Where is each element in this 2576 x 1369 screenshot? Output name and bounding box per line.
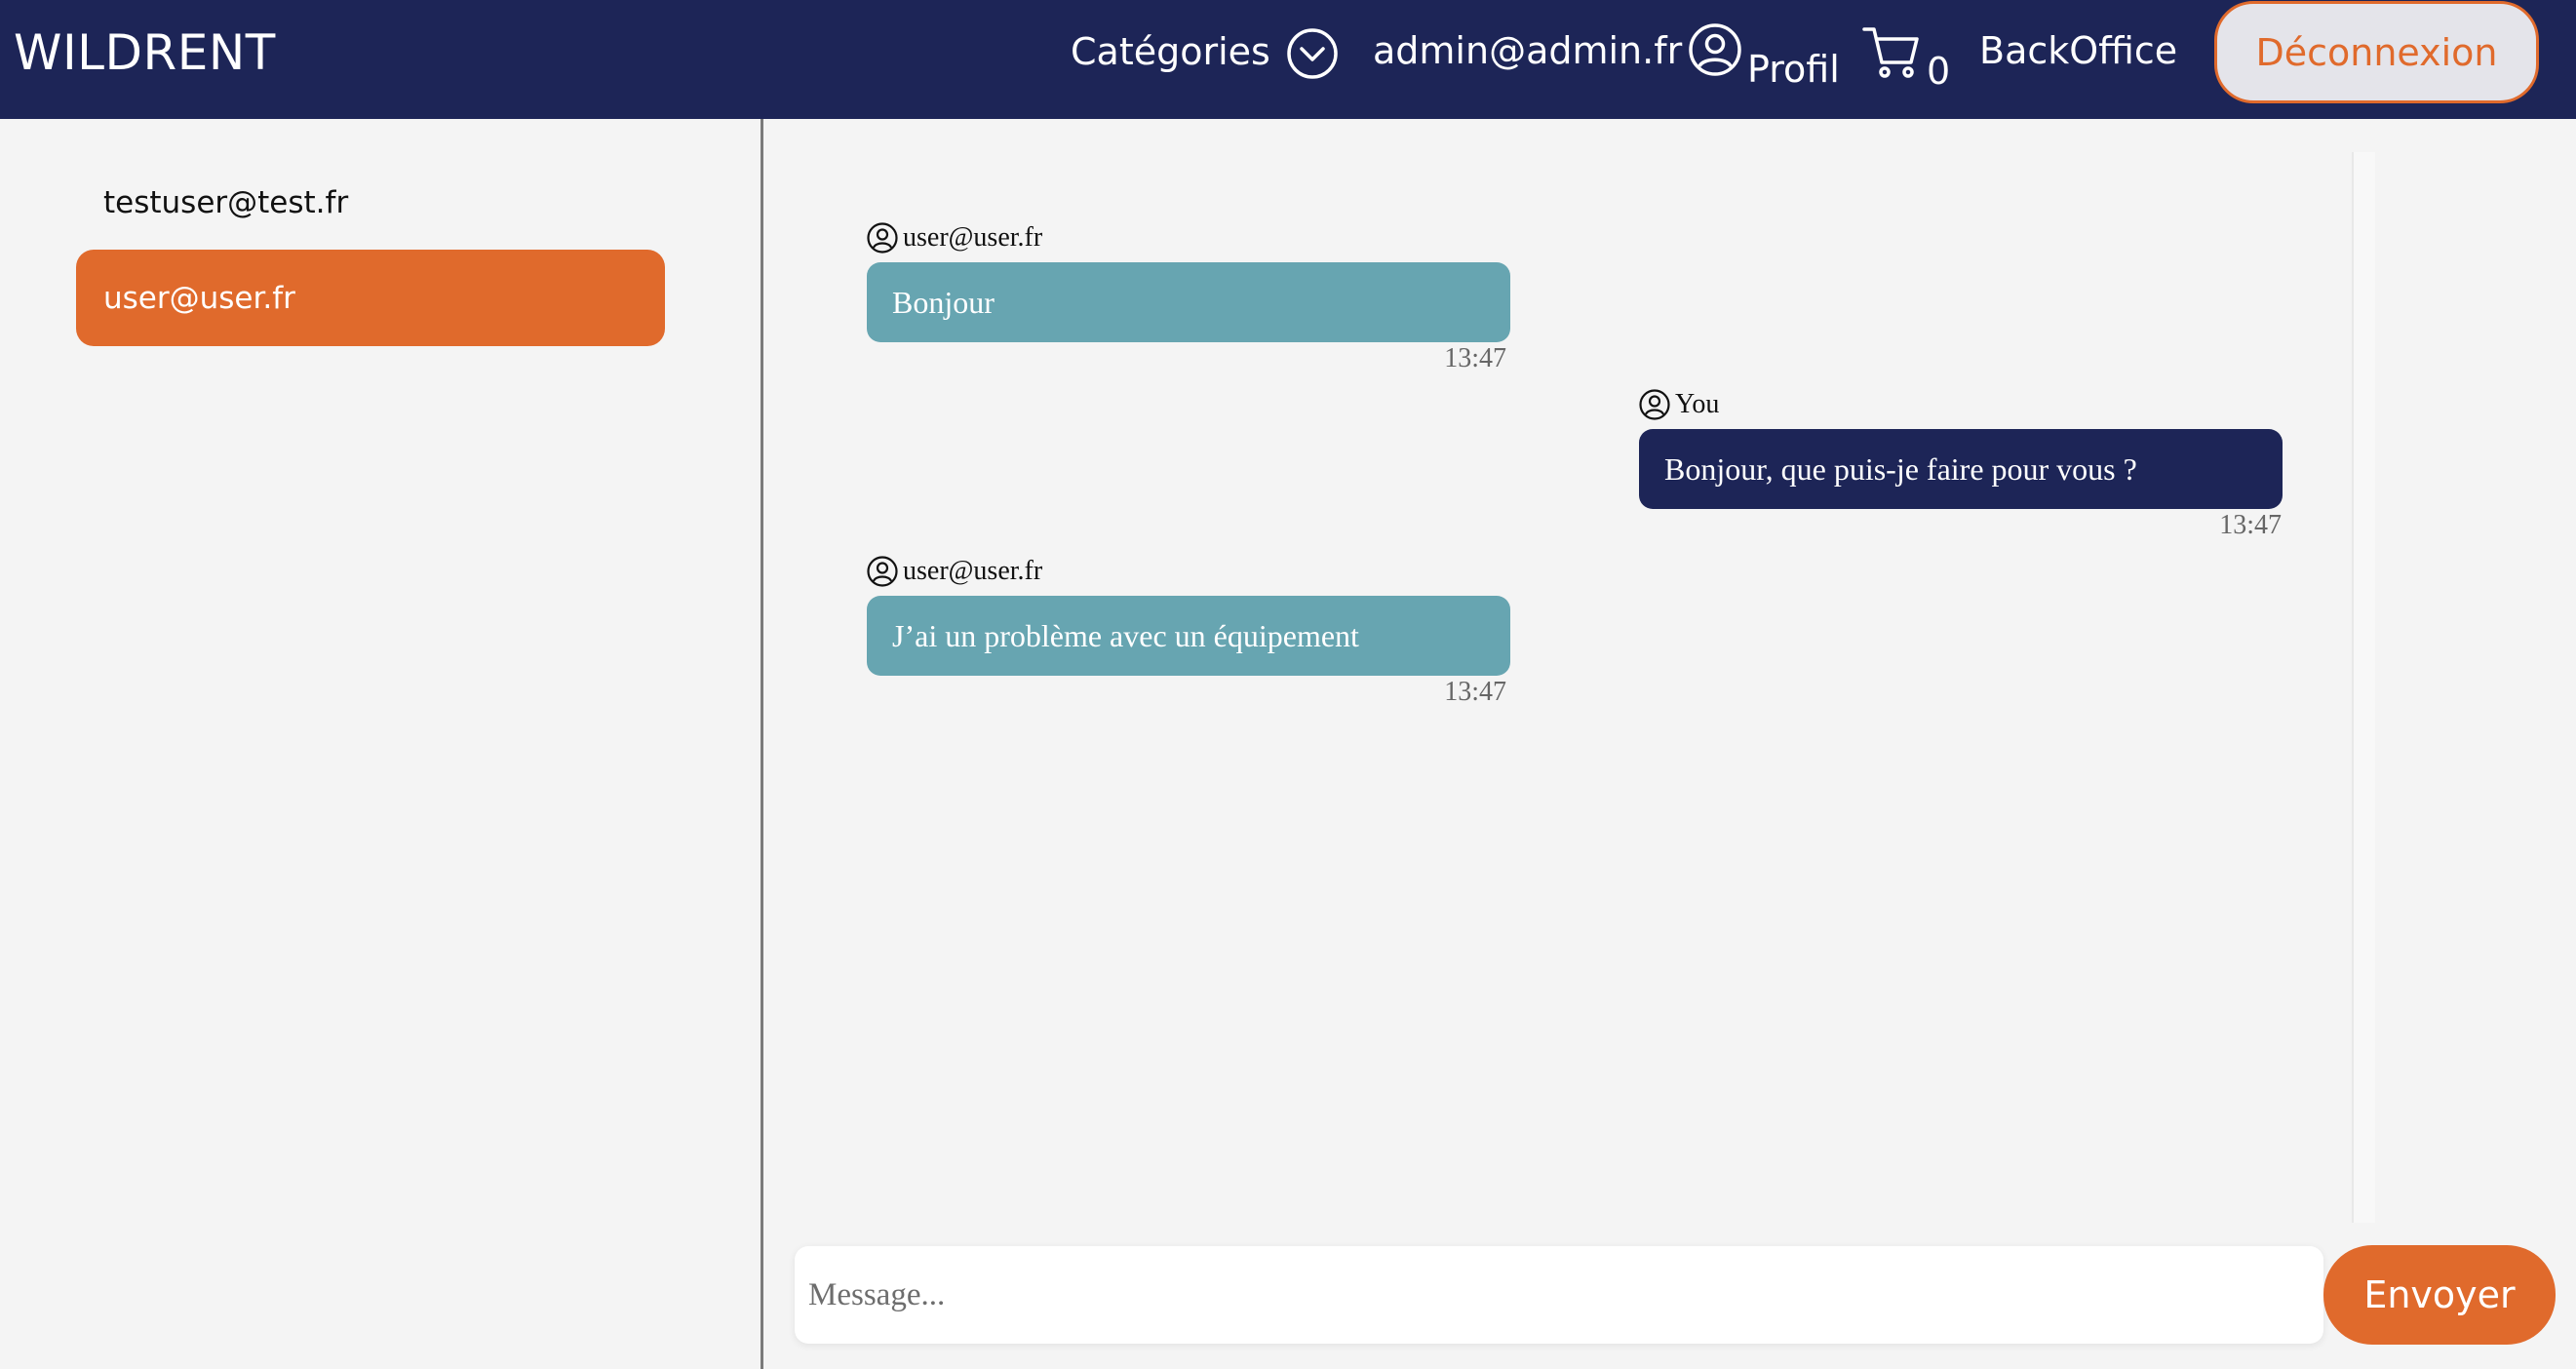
message-time: 13:47: [1444, 677, 1506, 707]
conversation-item[interactable]: testuser@test.fr: [76, 154, 665, 251]
cart-count-badge: 0: [1927, 50, 1951, 93]
message-input[interactable]: [795, 1246, 2323, 1344]
chat-scrollbar[interactable]: [2352, 152, 2375, 1223]
user-circle-icon[interactable]: [1687, 21, 1743, 78]
current-user-email: admin@admin.fr: [1373, 29, 1683, 72]
logout-button[interactable]: Déconnexion: [2214, 1, 2539, 103]
message-author: user@user.fr: [866, 221, 1042, 254]
user-circle-icon: [867, 556, 898, 587]
message-bubble: J’ai un problème avec un équipement: [867, 596, 1510, 676]
message-time: 13:47: [1444, 343, 1506, 373]
send-button[interactable]: Envoyer: [2323, 1245, 2556, 1345]
chevron-down-circle-icon[interactable]: [1285, 26, 1340, 81]
categories-menu-label[interactable]: Catégories: [1071, 29, 1270, 74]
brand-logo[interactable]: WILDRENT: [14, 23, 276, 82]
profile-link[interactable]: Profil: [1747, 47, 1840, 92]
user-circle-icon: [1639, 389, 1670, 420]
message-author-name: user@user.fr: [903, 556, 1043, 586]
top-navbar: WILDRENT Catégories admin@admin.fr Profi…: [0, 0, 2576, 119]
message-author-name: user@user.fr: [903, 222, 1043, 253]
message-author-name: You: [1675, 389, 1720, 419]
conversation-list: testuser@test.fr user@user.fr: [0, 119, 761, 1369]
message-bubble-own: Bonjour, que puis-je faire pour vous ?: [1639, 429, 2283, 509]
message-bubble: Bonjour: [867, 262, 1510, 342]
cart-icon[interactable]: [1860, 20, 1923, 82]
user-circle-icon: [867, 222, 898, 254]
backoffice-link[interactable]: BackOffice: [1979, 28, 2177, 73]
message-time: 13:47: [2219, 510, 2282, 540]
message-author: user@user.fr: [866, 555, 1042, 588]
message-author: You: [1638, 388, 1719, 421]
conversation-item-active[interactable]: user@user.fr: [76, 250, 665, 346]
